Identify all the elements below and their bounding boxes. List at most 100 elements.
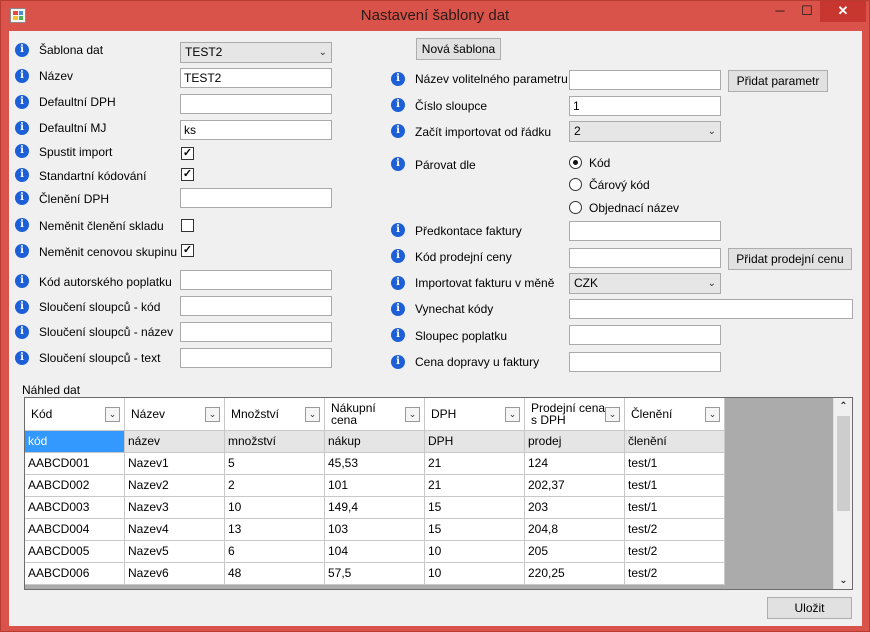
mj-field[interactable]: ks <box>180 120 332 140</box>
info-icon[interactable]: i <box>15 144 29 158</box>
info-icon[interactable]: i <box>15 121 29 135</box>
chevron-down-icon[interactable]: ⌄ <box>605 407 620 422</box>
dph-field[interactable] <box>180 94 332 114</box>
mapping-cell[interactable]: název <box>125 431 225 453</box>
table-cell[interactable]: 202,37 <box>525 475 625 497</box>
ulozit-button[interactable]: Uložit <box>767 597 852 619</box>
table-cell[interactable]: 220,25 <box>525 563 625 585</box>
table-cell[interactable]: Nazev2 <box>125 475 225 497</box>
table-cell[interactable]: 10 <box>425 541 525 563</box>
title-bar[interactable]: Nastavení šablony dat ─ ☐ ✕ <box>1 1 869 31</box>
column-header-kod[interactable]: Kód ⌄ <box>25 398 125 431</box>
info-icon[interactable]: i <box>15 43 29 57</box>
column-header-dph[interactable]: DPH ⌄ <box>425 398 525 431</box>
column-header-nakupni-cena[interactable]: Nákupní cena ⌄ <box>325 398 425 431</box>
table-cell[interactable]: 205 <box>525 541 625 563</box>
zacit-select[interactable]: 2 ⌄ <box>569 121 721 142</box>
table-cell[interactable]: test/1 <box>625 475 725 497</box>
info-icon[interactable]: i <box>391 157 405 171</box>
vertical-scrollbar[interactable]: ⌃ ⌄ <box>833 398 852 589</box>
info-icon[interactable]: i <box>391 328 405 342</box>
minimize-button[interactable]: ─ <box>767 1 793 22</box>
table-cell[interactable]: 13 <box>225 519 325 541</box>
maximize-button[interactable]: ☐ <box>794 1 820 22</box>
table-cell[interactable]: test/2 <box>625 563 725 585</box>
spustit-checkbox[interactable]: ✓ <box>181 147 194 160</box>
preview-grid[interactable]: Kód ⌄ Název ⌄ Množství ⌄ Nákupní cena ⌄ DPH ⌄… <box>24 397 853 590</box>
table-cell[interactable]: 203 <box>525 497 625 519</box>
table-cell[interactable]: 21 <box>425 475 525 497</box>
table-cell[interactable]: Nazev5 <box>125 541 225 563</box>
info-icon[interactable]: i <box>391 124 405 138</box>
info-icon[interactable]: i <box>15 300 29 314</box>
radio-carovy-kod[interactable] <box>569 178 582 191</box>
mapping-cell[interactable]: kód <box>25 431 125 453</box>
table-cell[interactable]: Nazev4 <box>125 519 225 541</box>
chevron-down-icon[interactable]: ⌄ <box>105 407 120 422</box>
table-cell[interactable]: 104 <box>325 541 425 563</box>
table-cell[interactable]: 149,4 <box>325 497 425 519</box>
table-cell[interactable]: Nazev3 <box>125 497 225 519</box>
chevron-down-icon[interactable]: ⌄ <box>705 407 720 422</box>
sablona-select[interactable]: TEST2 ⌄ <box>180 42 332 63</box>
table-cell[interactable]: 15 <box>425 497 525 519</box>
mapping-cell[interactable]: množství <box>225 431 325 453</box>
table-cell[interactable]: AABCD006 <box>25 563 125 585</box>
table-cell[interactable]: test/1 <box>625 453 725 475</box>
info-icon[interactable]: i <box>15 69 29 83</box>
table-cell[interactable]: 101 <box>325 475 425 497</box>
mapping-cell[interactable]: nákup <box>325 431 425 453</box>
info-icon[interactable]: i <box>391 249 405 263</box>
chevron-down-icon[interactable]: ⌄ <box>205 407 220 422</box>
close-button[interactable]: ✕ <box>820 1 866 22</box>
table-cell[interactable]: 5 <box>225 453 325 475</box>
table-cell[interactable]: 103 <box>325 519 425 541</box>
info-icon[interactable]: i <box>15 351 29 365</box>
table-cell[interactable]: 204,8 <box>525 519 625 541</box>
info-icon[interactable]: i <box>391 98 405 112</box>
kod-prodejni-field[interactable] <box>569 248 721 268</box>
chevron-down-icon[interactable]: ⌄ <box>305 407 320 422</box>
table-cell[interactable]: 57,5 <box>325 563 425 585</box>
cleneni-field[interactable] <box>180 188 332 208</box>
radio-kod[interactable] <box>569 156 582 169</box>
nova-sablona-button[interactable]: Nová šablona <box>416 38 501 60</box>
nazev-field[interactable]: TEST2 <box>180 68 332 88</box>
table-cell[interactable]: AABCD003 <box>25 497 125 519</box>
chevron-down-icon[interactable]: ⌄ <box>405 407 420 422</box>
table-cell[interactable]: test/1 <box>625 497 725 519</box>
column-header-prodejni-cena[interactable]: Prodejní cena s DPH ⌄ <box>525 398 625 431</box>
table-cell[interactable]: AABCD005 <box>25 541 125 563</box>
info-icon[interactable]: i <box>15 244 29 258</box>
info-icon[interactable]: i <box>15 168 29 182</box>
mapping-cell[interactable]: členění <box>625 431 725 453</box>
info-icon[interactable]: i <box>15 274 29 288</box>
table-cell[interactable]: Nazev1 <box>125 453 225 475</box>
table-cell[interactable]: 10 <box>225 497 325 519</box>
table-cell[interactable]: AABCD002 <box>25 475 125 497</box>
info-icon[interactable]: i <box>391 276 405 290</box>
table-cell[interactable]: 6 <box>225 541 325 563</box>
pridat-parametr-button[interactable]: Přidat parametr <box>728 70 828 92</box>
sloupec-field[interactable] <box>569 325 721 345</box>
info-icon[interactable]: i <box>15 95 29 109</box>
slouceni-nazev-field[interactable] <box>180 322 332 342</box>
nemenit-skladu-checkbox[interactable] <box>181 219 194 232</box>
pridat-prodejni-cenu-button[interactable]: Přidat prodejní cenu <box>728 248 852 270</box>
mena-select[interactable]: CZK ⌄ <box>569 273 721 294</box>
scroll-thumb[interactable] <box>837 416 850 511</box>
table-cell[interactable]: 10 <box>425 563 525 585</box>
table-cell[interactable]: 15 <box>425 519 525 541</box>
slouceni-text-field[interactable] <box>180 348 332 368</box>
vynechat-field[interactable] <box>569 299 853 319</box>
mapping-cell[interactable]: prodej <box>525 431 625 453</box>
mapping-cell[interactable]: DPH <box>425 431 525 453</box>
info-icon[interactable]: i <box>391 355 405 369</box>
table-cell[interactable]: 48 <box>225 563 325 585</box>
info-icon[interactable]: i <box>391 302 405 316</box>
cena-dopravy-field[interactable] <box>569 352 721 372</box>
info-icon[interactable]: i <box>15 218 29 232</box>
info-icon[interactable]: i <box>15 325 29 339</box>
predkontace-field[interactable] <box>569 221 721 241</box>
kod-autorskeho-field[interactable] <box>180 270 332 290</box>
